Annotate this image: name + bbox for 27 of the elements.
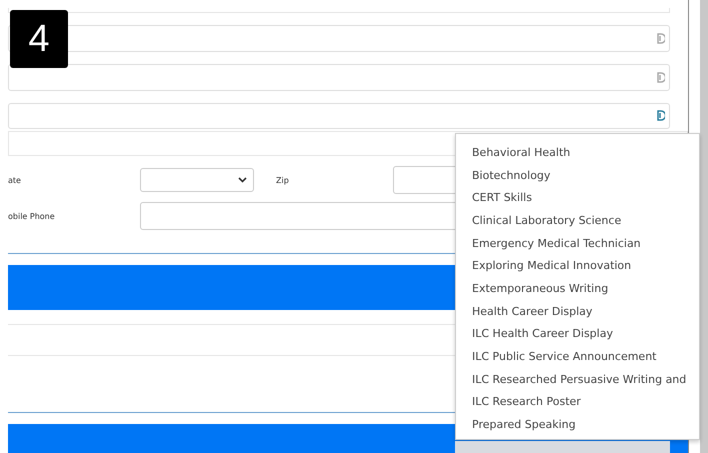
register-button[interactable] (455, 441, 670, 453)
field-label: ate (8, 176, 22, 185)
field-icon[interactable] (657, 110, 665, 122)
dropdown-option[interactable]: Health Career Display (472, 300, 699, 322)
scrollbar[interactable] (700, 0, 708, 453)
dropdown-option[interactable]: Emergency Medical Technician (472, 232, 699, 254)
chevron-down-icon (238, 177, 247, 184)
dropdown-option[interactable]: ILC Public Service Announcement (472, 345, 699, 368)
dropdown-option[interactable]: ILC Researched Persuasive Writing and (472, 368, 699, 391)
text-field[interactable] (8, 64, 670, 91)
text-field[interactable] (8, 102, 670, 130)
field-icon[interactable] (657, 32, 665, 44)
text-field[interactable] (8, 24, 670, 52)
dropdown-option[interactable]: CERT Skills (472, 186, 699, 210)
step-badge: 4 (10, 10, 68, 68)
field-label: obile Phone (8, 212, 56, 221)
field-icon[interactable] (657, 72, 665, 83)
dropdown-option[interactable]: Clinical Laboratory Science (472, 209, 699, 232)
dropdown-option[interactable]: ILC Health Career Display (472, 322, 699, 346)
field-label: Zip (276, 176, 290, 185)
dropdown-option[interactable]: Extemporaneous Writing (472, 277, 699, 300)
dropdown-option[interactable]: Exploring Medical Innovation (472, 254, 699, 278)
dropdown-option[interactable]: Prepared Speaking (472, 413, 699, 436)
dropdown-option[interactable]: Behavioral Health (472, 141, 699, 164)
dropdown-option[interactable]: ILC Research Poster (472, 390, 699, 414)
dropdown-option[interactable]: Biotechnology (472, 164, 699, 186)
state-select[interactable] (140, 168, 254, 192)
